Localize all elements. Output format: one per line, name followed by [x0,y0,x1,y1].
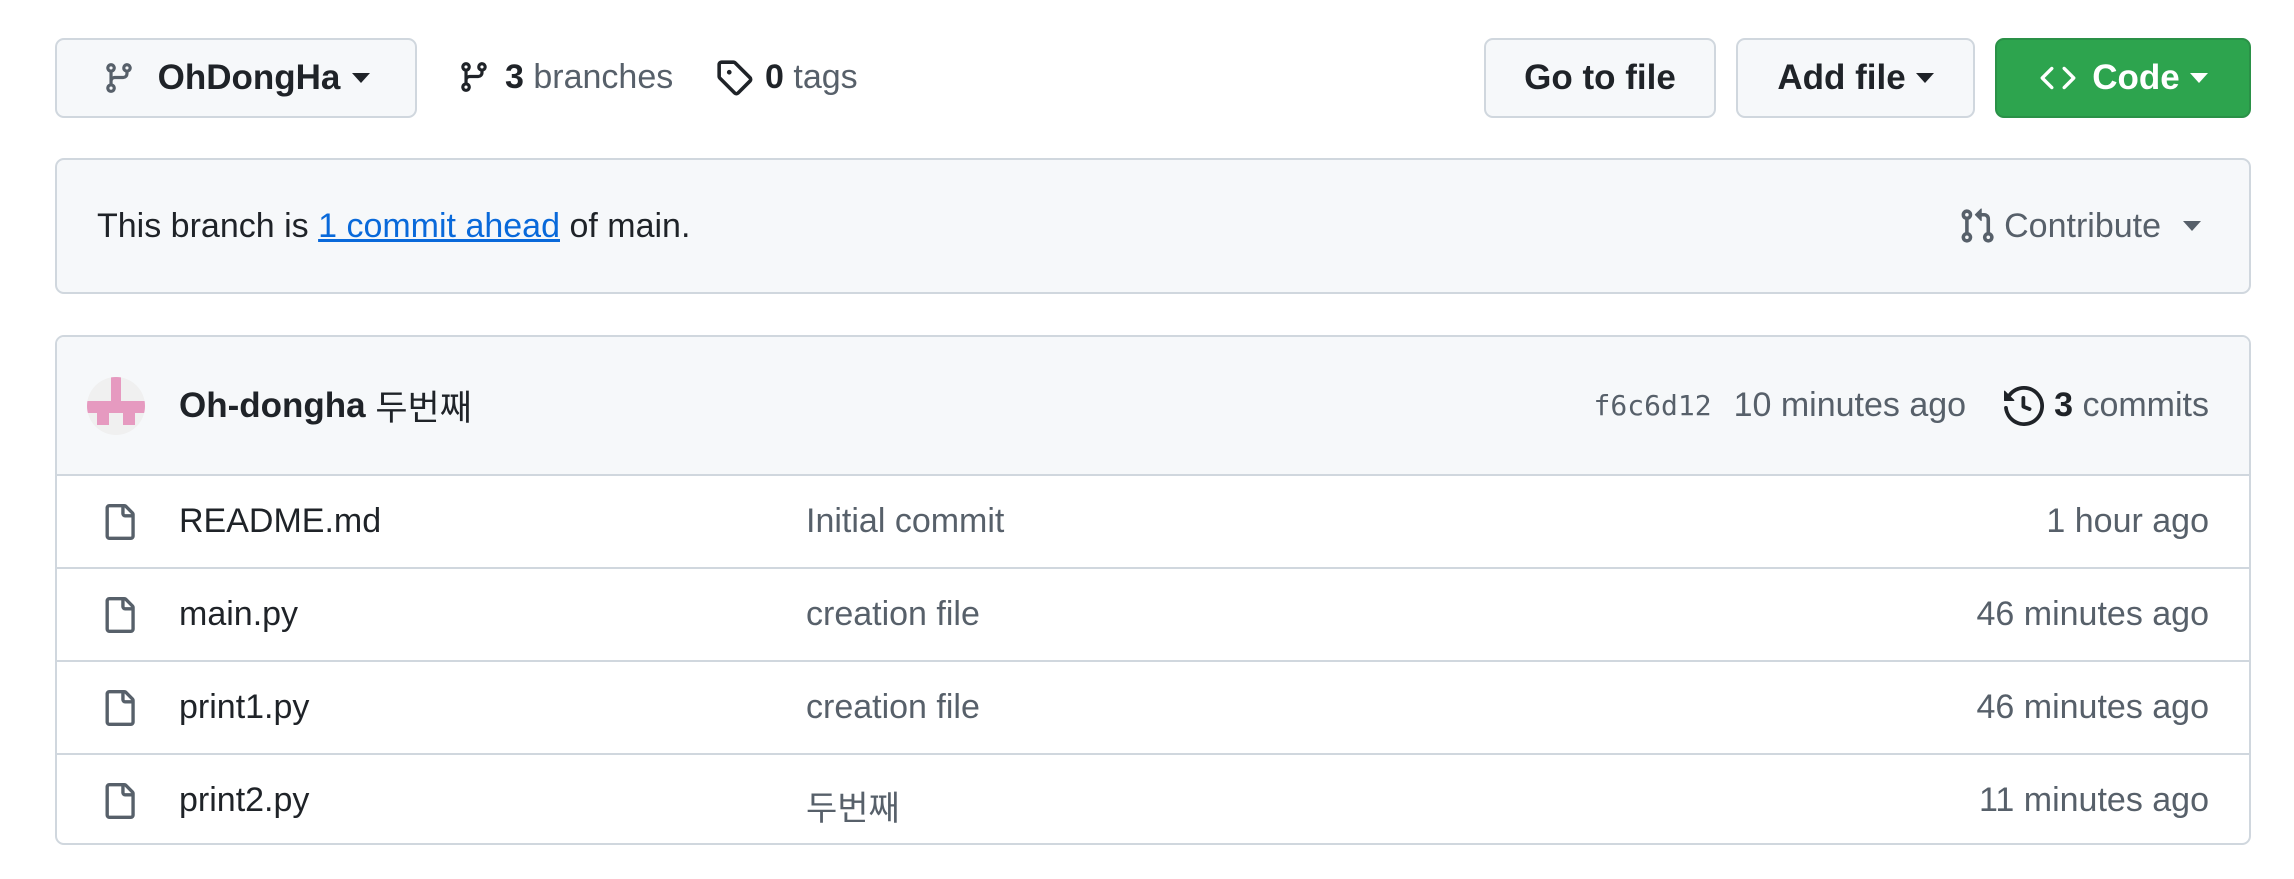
tags-label: tags [793,57,858,96]
tags-link[interactable]: 0 tags [715,52,858,102]
file-commit-time: 46 minutes ago [1976,595,2210,633]
file-commit-message[interactable]: creation file [806,595,980,634]
file-row[interactable]: README.md Initial commit 1 hour ago [57,474,2249,567]
branches-count: 3 [505,57,524,96]
file-commit-message[interactable]: creation file [806,688,980,727]
contribute-button[interactable]: Contribute [1958,160,2201,292]
branch-status-text: This branch is 1 commit ahead of main. [97,160,690,292]
avatar[interactable] [87,377,145,435]
caret-down-icon [352,73,371,83]
file-commit-time: 1 hour ago [2046,502,2209,540]
banner-suffix: of main. [560,206,691,245]
file-row[interactable]: main.py creation file 46 minutes ago [57,567,2249,660]
tags-count: 0 [765,57,784,96]
pull-request-icon [1961,208,1994,243]
caret-down-icon [2189,73,2208,83]
branch-select-button[interactable]: OhDongHa [55,38,417,118]
file-icon [105,504,135,540]
commit-count: 3 [2054,386,2073,424]
contribute-label: Contribute [2004,206,2161,245]
tag-icon [717,60,753,96]
file-row[interactable]: print1.py creation file 46 minutes ago [57,660,2249,753]
commit-message[interactable]: 두번째 [375,380,472,431]
file-commit-message[interactable]: Initial commit [806,502,1004,541]
go-to-file-button[interactable]: Go to file [1484,38,1716,118]
file-name[interactable]: main.py [179,595,298,634]
commits-history-link[interactable]: 3 commits [2004,385,2209,426]
file-icon [105,690,135,726]
commit-time: 10 minutes ago [1733,386,1967,424]
file-row[interactable]: print2.py 두번째 11 minutes ago [57,753,2249,843]
code-label: Code [2092,58,2180,97]
commit-sha[interactable]: f6c6d12 [1594,389,1712,422]
branch-status-banner: This branch is 1 commit ahead of main. C… [55,158,2251,294]
file-list: Oh-dongha 두번째 f6c6d12 10 minutes ago 3 c… [55,335,2251,845]
file-icon [105,597,135,633]
latest-commit-bar: Oh-dongha 두번째 f6c6d12 10 minutes ago 3 c… [57,337,2249,474]
file-commit-time: 46 minutes ago [1976,688,2210,726]
caret-down-icon [2183,221,2201,231]
file-commit-message[interactable]: 두번째 [806,781,900,830]
file-name[interactable]: print1.py [179,688,309,727]
git-branch-icon [461,62,487,92]
file-name[interactable]: README.md [179,502,381,541]
code-button[interactable]: Code [1995,38,2251,118]
code-icon [2040,66,2076,90]
git-branch-icon [105,63,132,93]
add-file-button[interactable]: Add file [1736,38,1975,118]
caret-down-icon [1915,73,1934,83]
commit-ahead-link[interactable]: 1 commit ahead [318,207,560,246]
add-file-label: Add file [1777,58,1906,97]
file-commit-time: 11 minutes ago [1979,781,2209,819]
file-icon [105,783,135,819]
branch-name: OhDongHa [157,58,341,97]
commit-count-label: commits [2082,386,2209,424]
branches-link[interactable]: 3 branches [457,52,673,102]
go-to-file-label: Go to file [1524,58,1676,97]
branches-label: branches [533,57,674,96]
file-name[interactable]: print2.py [179,781,309,820]
history-icon [2004,385,2044,426]
commit-author[interactable]: Oh-dongha [179,386,366,426]
banner-prefix: This branch is [97,206,319,245]
